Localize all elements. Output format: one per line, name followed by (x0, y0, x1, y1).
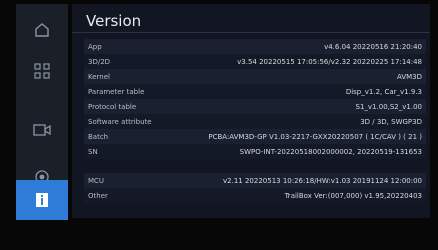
row-value: AVM3D (396, 72, 422, 81)
info-icon (35, 192, 49, 208)
page-title: Version (86, 12, 142, 30)
home-icon (34, 23, 50, 37)
table-row: Software attribute 3D / 3D, SWGP3D (84, 114, 426, 129)
row-value: SWPO-INT-20220518002000002, 20220519-131… (239, 147, 422, 156)
sidebar (16, 4, 68, 220)
row-key: Batch (88, 132, 109, 141)
row-value: v2.11 20220513 10:26:18/HW:v1.03 2019112… (223, 176, 422, 185)
sidebar-item-grid[interactable] (16, 51, 68, 91)
row-value: v4.6.04 20220516 21:20:40 (324, 42, 422, 51)
version-table: App v4.6.04 20220516 21:20:40 3D/2D v3.5… (84, 39, 426, 159)
table-row: Batch PCBA:AVM3D-GP V1.03-2217-GXX202205… (84, 129, 426, 144)
table-row: Protocol table S1_v1.00,S2_v1.00 (84, 99, 426, 114)
row-key: SN (88, 147, 98, 156)
row-value: Disp_v1.2, Car_v1.9.3 (345, 87, 422, 96)
row-key: 3D/2D (88, 57, 111, 66)
table-row: App v4.6.04 20220516 21:20:40 (84, 39, 426, 54)
row-key: Software attribute (88, 117, 152, 126)
row-key: Kernel (88, 72, 110, 81)
table-row: Kernel AVM3D (84, 69, 426, 84)
table-row: 3D/2D v3.54 20220515 17:05:56/v2.32 2022… (84, 54, 426, 69)
row-key: Parameter table (88, 87, 145, 96)
row-key: Other (88, 191, 108, 200)
sidebar-item-camera[interactable] (16, 110, 68, 150)
row-key: Protocol table (88, 102, 137, 111)
sidebar-item-info[interactable] (16, 180, 68, 220)
table-row: SN SWPO-INT-20220518002000002, 20220519-… (84, 144, 426, 159)
row-value: v3.54 20220515 17:05:56/v2.32 20220225 1… (237, 57, 422, 66)
title-divider (72, 32, 430, 33)
camera-icon (33, 123, 51, 137)
table-row: Parameter table Disp_v1.2, Car_v1.9.3 (84, 84, 426, 99)
mcu-table: MCU v2.11 20220513 10:26:18/HW:v1.03 201… (84, 173, 426, 203)
table-row: Other TrailBox Ver:(007,000) v1.95,20220… (84, 188, 426, 203)
sidebar-item-home[interactable] (16, 10, 68, 50)
row-value: S1_v1.00,S2_v1.00 (355, 102, 422, 111)
row-value: 3D / 3D, SWGP3D (360, 117, 422, 126)
version-screen: Version App v4.6.04 20220516 21:20:40 3D… (0, 0, 438, 250)
table-row: MCU v2.11 20220513 10:26:18/HW:v1.03 201… (84, 173, 426, 188)
row-value: PCBA:AVM3D-GP V1.03-2217-GXX20220507 ( 1… (208, 132, 422, 141)
row-value: TrailBox Ver:(007,000) v1.95,20220403 (284, 191, 422, 200)
grid-icon (34, 63, 50, 79)
row-key: App (88, 42, 102, 51)
row-key: MCU (88, 176, 105, 185)
